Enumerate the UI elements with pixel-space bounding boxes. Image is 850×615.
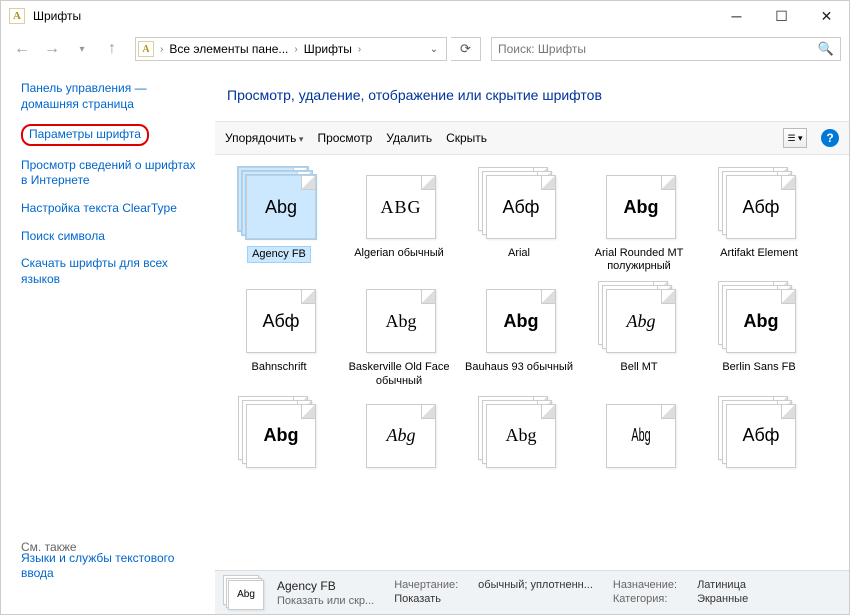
details-pane: Abg Agency FB Показать или скр... Начерт… [215, 570, 849, 614]
font-item[interactable]: Абф [699, 396, 819, 476]
breadcrumb-item[interactable]: Все элементы пане... [165, 42, 292, 56]
sidebar-link-download[interactable]: Скачать шрифты для всех языков [21, 256, 205, 287]
hide-button[interactable]: Скрыть [446, 131, 487, 145]
address-icon: A [138, 41, 154, 57]
font-thumbnail: Абф [726, 404, 796, 468]
font-label: Artifakt Element [720, 247, 798, 260]
font-item[interactable]: Абф Arial [459, 167, 579, 273]
font-thumbnail: Abg [606, 404, 676, 468]
back-button[interactable]: ← [9, 36, 35, 62]
font-item[interactable]: Abg Agency FB [219, 167, 339, 273]
search-input[interactable]: Поиск: Шрифты 🔍 [491, 37, 841, 61]
forward-button[interactable]: → [39, 36, 65, 62]
font-thumbnail: Абф [246, 289, 316, 353]
toolbar: Упорядочить Просмотр Удалить Скрыть ☰ ▾ … [215, 121, 849, 155]
details-style-value: обычный; уплотненн... [478, 579, 593, 591]
help-icon[interactable]: ? [821, 129, 839, 147]
window-title: Шрифты [33, 9, 714, 23]
font-item[interactable]: Abg Baskerville Old Face обычный [339, 281, 459, 387]
details-thumbnail: Abg [223, 575, 269, 611]
font-label: Arial Rounded MT полужирный [584, 247, 694, 273]
font-item[interactable]: Abg [339, 396, 459, 476]
details-show-label: Показать или скр... [277, 595, 374, 607]
breadcrumb-item[interactable]: Шрифты [300, 42, 356, 56]
font-thumbnail: Abg [366, 404, 436, 468]
font-item[interactable]: Абф Artifakt Element [699, 167, 819, 273]
chevron-right-icon: › [158, 44, 165, 55]
sidebar-link-font-params[interactable]: Параметры шрифта [21, 124, 205, 146]
page-heading: Просмотр, удаление, отображение или скры… [215, 67, 849, 121]
chevron-right-icon: › [356, 44, 363, 55]
details-font-name: Agency FB [277, 579, 374, 593]
app-icon: A [9, 8, 25, 24]
font-label: Bahnschrift [251, 361, 306, 374]
maximize-button[interactable]: ☐ [759, 1, 804, 31]
font-item[interactable]: Abg Berlin Sans FB [699, 281, 819, 387]
font-item[interactable]: Абф Bahnschrift [219, 281, 339, 387]
title-bar: A Шрифты ─ ☐ ✕ [1, 1, 849, 31]
main-content: Просмотр, удаление, отображение или скры… [215, 67, 849, 572]
font-thumbnail: Абф [726, 175, 796, 239]
refresh-button[interactable]: ⟳ [451, 37, 481, 61]
font-thumbnail: Abg [486, 404, 556, 468]
font-item[interactable]: Abg Bell MT [579, 281, 699, 387]
delete-button[interactable]: Удалить [386, 131, 432, 145]
up-button[interactable]: ↑ [99, 36, 125, 62]
font-thumbnail: Abg [606, 175, 676, 239]
font-item[interactable]: Abg [579, 396, 699, 476]
font-thumbnail: Abg [246, 404, 316, 468]
chevron-right-icon: › [292, 44, 299, 55]
navigation-bar: ← → ▾ ↑ A › Все элементы пане... › Шрифт… [1, 31, 849, 67]
organize-menu[interactable]: Упорядочить [225, 131, 303, 145]
font-label: Bell MT [620, 361, 657, 374]
font-item[interactable]: ABG Algerian обычный [339, 167, 459, 273]
minimize-button[interactable]: ─ [714, 1, 759, 31]
history-dropdown[interactable]: ▾ [69, 36, 95, 62]
sidebar: Панель управления — домашняя страница Па… [1, 67, 215, 572]
font-label: Bauhaus 93 обычный [465, 361, 573, 374]
address-dropdown[interactable]: ⌄ [424, 44, 444, 55]
font-thumbnail: Abg [246, 175, 316, 239]
sidebar-link-charmap[interactable]: Поиск символа [21, 229, 205, 245]
font-grid: Abg Agency FB ABG Algerian обычный Абф Arial A… [215, 155, 849, 572]
font-label: Baskerville Old Face обычный [344, 361, 454, 387]
details-design-value: Латиница [697, 579, 748, 591]
details-show-value: Показать [394, 593, 458, 605]
sidebar-link-web-info[interactable]: Просмотр сведений о шрифтах в Интернете [21, 158, 205, 189]
font-label: Arial [508, 247, 530, 260]
font-thumbnail: Abg [606, 289, 676, 353]
preview-button[interactable]: Просмотр [317, 131, 372, 145]
sidebar-home-link[interactable]: Панель управления — домашняя страница [21, 81, 205, 112]
view-options-button[interactable]: ☰ ▾ [783, 128, 807, 148]
font-label: Agency FB [248, 247, 310, 262]
font-thumbnail: ABG [366, 175, 436, 239]
font-thumbnail: Abg [486, 289, 556, 353]
sidebar-link-languages[interactable]: Языки и службы текстового ввода [21, 551, 201, 582]
font-label: Algerian обычный [354, 247, 444, 260]
details-cat-value: Экранные [697, 593, 748, 605]
sidebar-link-cleartype[interactable]: Настройка текста ClearType [21, 201, 205, 217]
font-item[interactable]: Abg Arial Rounded MT полужирный [579, 167, 699, 273]
address-bar[interactable]: A › Все элементы пане... › Шрифты › ⌄ [135, 37, 447, 61]
search-placeholder: Поиск: Шрифты [498, 42, 818, 56]
font-thumbnail: Абф [486, 175, 556, 239]
font-label: Berlin Sans FB [722, 361, 795, 374]
font-item[interactable]: Abg [219, 396, 339, 476]
font-item[interactable]: Abg [459, 396, 579, 476]
font-thumbnail: Abg [366, 289, 436, 353]
close-button[interactable]: ✕ [804, 1, 849, 31]
search-icon: 🔍 [818, 41, 834, 57]
font-item[interactable]: Abg Bauhaus 93 обычный [459, 281, 579, 387]
font-thumbnail: Abg [726, 289, 796, 353]
